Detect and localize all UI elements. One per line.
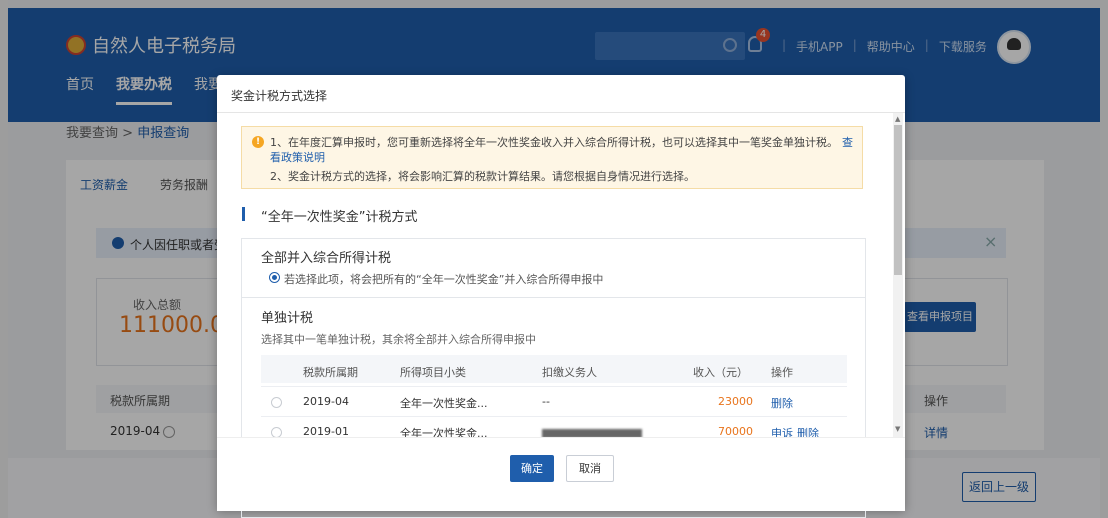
section-marker (242, 207, 245, 221)
option-separate-title: 单独计税 (261, 311, 314, 326)
radio-row-1[interactable] (271, 397, 282, 408)
col-income: 收入（元） (693, 366, 748, 379)
row-divider (261, 416, 847, 417)
cancel-button[interactable]: 取消 (566, 455, 614, 482)
notice-box: ! 1、在年度汇算申报时，您可重新选择将全年一次性奖金收入并入综合所得计税，也可… (241, 126, 863, 189)
radio-merge[interactable] (269, 272, 280, 283)
scroll-down-icon[interactable]: ▼ (895, 425, 900, 433)
confirm-button[interactable]: 确定 (510, 455, 554, 482)
col-withholder: 扣缴义务人 (542, 366, 597, 379)
scrollbar-thumb[interactable] (894, 125, 902, 275)
row-divider (261, 386, 847, 387)
notice-line2: 2、奖金计税方式的选择，将会影响汇算的税款计算结果。请您根据自身情况进行选择。 (270, 170, 695, 183)
row1-period: 2019-04 (303, 395, 349, 408)
col-action: 操作 (771, 366, 793, 379)
row1-delete-link[interactable]: 删除 (771, 395, 793, 411)
option-merge-title: 全部并入综合所得计税 (261, 251, 392, 266)
scroll-up-icon[interactable]: ▲ (895, 115, 900, 123)
row1-withholder: -- (542, 395, 550, 408)
option-divider (241, 297, 866, 298)
option-separate-desc: 选择其中一笔单独计税，其余将全部并入综合所得申报中 (261, 333, 536, 346)
section-title: “全年一次性奖金”计税方式 (261, 210, 418, 225)
row1-income: 23000 (718, 395, 753, 408)
row1-category: 全年一次性奖金... (400, 397, 488, 410)
modal-title: 奖金计税方式选择 (231, 89, 328, 103)
col-period: 税款所属期 (303, 366, 358, 379)
col-category: 所得项目小类 (400, 366, 466, 379)
warning-icon: ! (252, 136, 264, 148)
modal-footer (217, 437, 905, 511)
option-merge-desc: 若选择此项，将会把所有的“全年一次性奖金”并入综合所得申报中 (284, 273, 604, 286)
modal-divider (217, 112, 905, 113)
notice-line1: 1、在年度汇算申报时，您可重新选择将全年一次性奖金收入并入综合所得计税，也可以选… (270, 136, 853, 164)
bonus-tax-modal: 奖金计税方式选择 ! 1、在年度汇算申报时，您可重新选择将全年一次性奖金收入并入… (217, 75, 905, 518)
